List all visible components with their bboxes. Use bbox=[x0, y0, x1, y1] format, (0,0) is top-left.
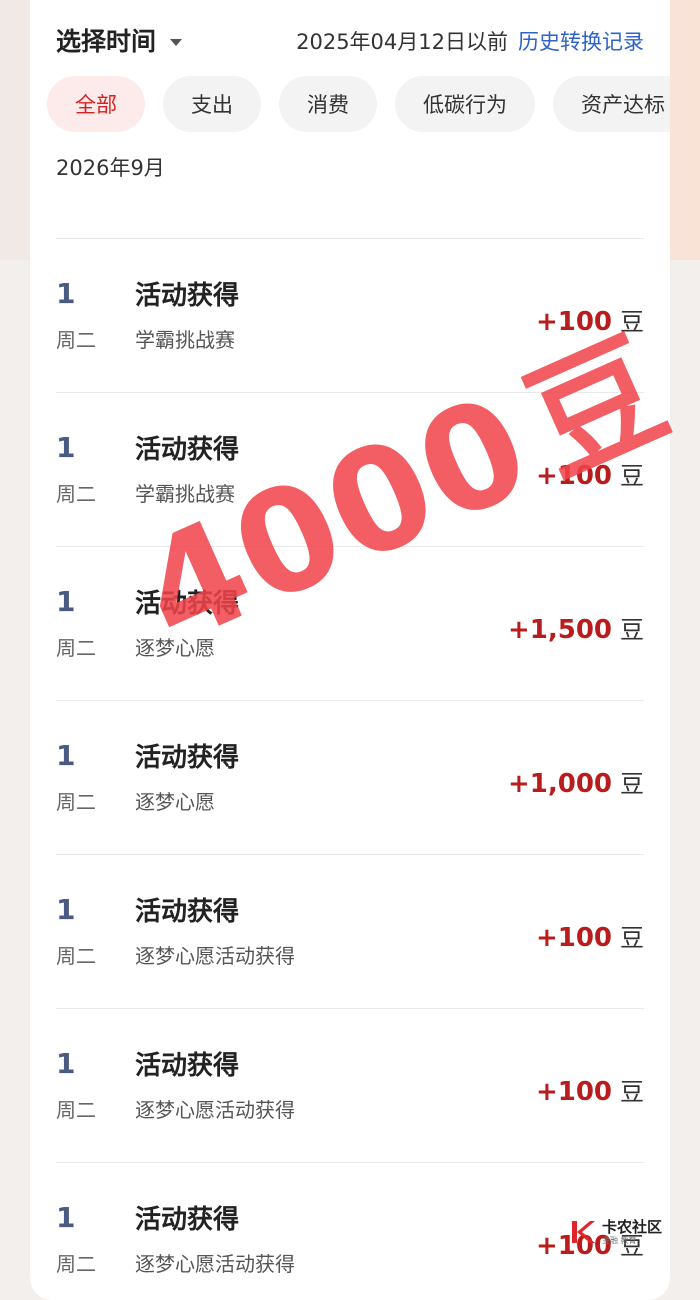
item-amount-value: +100 bbox=[535, 923, 612, 953]
item-day: 1 bbox=[56, 893, 76, 926]
item-day: 1 bbox=[56, 1201, 76, 1234]
item-day: 1 bbox=[56, 431, 76, 464]
item-amount-unit: 豆 bbox=[620, 770, 644, 798]
item-amount: +100 豆 bbox=[536, 918, 644, 953]
item-weekday: 周二 bbox=[56, 1252, 96, 1276]
item-amount: +1,000 豆 bbox=[508, 764, 644, 799]
watermark-sub: 金融 教育 bbox=[601, 1235, 637, 1245]
record-list: 1 周二 活动获得 学霸挑战赛 +100 豆 1 周二 活动获得 学霸挑战赛 +… bbox=[56, 238, 644, 1300]
item-amount-value: +1,500 bbox=[507, 615, 612, 645]
item-title: 活动获得 bbox=[135, 1205, 240, 1235]
item-amount: +1,500 豆 bbox=[508, 610, 644, 645]
item-title: 活动获得 bbox=[135, 743, 240, 773]
list-item[interactable]: 1 周二 活动获得 逐梦心愿 +1,000 豆 bbox=[56, 700, 644, 854]
item-subtitle: 逐梦心愿 bbox=[135, 790, 215, 814]
item-weekday: 周二 bbox=[56, 944, 96, 968]
header-right: 2025年04月12日以前 历史转换记录 bbox=[296, 26, 644, 56]
item-day: 1 bbox=[56, 739, 76, 772]
item-weekday: 周二 bbox=[56, 636, 96, 660]
item-day: 1 bbox=[56, 585, 76, 618]
list-item[interactable]: 1 周二 活动获得 逐梦心愿活动获得 +100 豆 bbox=[56, 1008, 644, 1162]
record-card: 选择时间 2025年04月12日以前 历史转换记录 全部 支出 消费 低碳行为 … bbox=[30, 0, 670, 1300]
tab-low-carbon[interactable]: 低碳行为 bbox=[395, 76, 535, 132]
item-subtitle: 逐梦心愿活动获得 bbox=[135, 944, 295, 968]
list-item[interactable]: 1 周二 活动获得 学霸挑战赛 +100 豆 bbox=[56, 392, 644, 546]
tab-all[interactable]: 全部 bbox=[47, 76, 145, 132]
item-subtitle: 逐梦心愿活动获得 bbox=[135, 1252, 295, 1276]
item-amount: +100 豆 bbox=[536, 456, 644, 491]
item-subtitle: 逐梦心愿活动获得 bbox=[135, 1098, 295, 1122]
item-subtitle: 逐梦心愿 bbox=[135, 636, 215, 660]
item-title: 活动获得 bbox=[135, 281, 240, 311]
item-amount-unit: 豆 bbox=[620, 616, 644, 644]
list-item[interactable]: 1 周二 活动获得 学霸挑战赛 +100 豆 bbox=[56, 238, 644, 392]
brand-logo-icon bbox=[571, 1221, 595, 1243]
item-amount-unit: 豆 bbox=[620, 1078, 644, 1106]
tab-expense[interactable]: 支出 bbox=[163, 76, 261, 132]
list-item[interactable]: 1 周二 活动获得 逐梦心愿活动获得 +100 豆 bbox=[56, 854, 644, 1008]
tab-asset-target[interactable]: 资产达标 bbox=[553, 76, 670, 132]
item-title: 活动获得 bbox=[135, 435, 240, 465]
item-weekday: 周二 bbox=[56, 1098, 96, 1122]
watermark-text: 卡农社区 金融 教育 bbox=[601, 1217, 662, 1245]
time-select-dropdown[interactable]: 选择时间 bbox=[56, 22, 183, 58]
item-amount-value: +100 bbox=[535, 461, 612, 491]
item-amount-value: +1,000 bbox=[507, 769, 612, 799]
filter-tabs: 全部 支出 消费 低碳行为 资产达标 bbox=[47, 76, 670, 132]
item-day: 1 bbox=[56, 1047, 76, 1080]
item-amount: +100 豆 bbox=[536, 1072, 644, 1107]
item-amount-value: +100 bbox=[535, 307, 612, 337]
item-title: 活动获得 bbox=[135, 1051, 240, 1081]
item-amount-unit: 豆 bbox=[620, 924, 644, 952]
item-weekday: 周二 bbox=[56, 482, 96, 506]
watermark-main: 卡农社区 bbox=[601, 1217, 662, 1236]
item-subtitle: 学霸挑战赛 bbox=[135, 328, 235, 352]
item-day: 1 bbox=[56, 277, 76, 310]
item-amount-value: +100 bbox=[535, 1077, 612, 1107]
item-amount: +100 豆 bbox=[536, 302, 644, 337]
list-item[interactable]: 1 周二 活动获得 逐梦心愿 +1,500 豆 bbox=[56, 546, 644, 700]
item-title: 活动获得 bbox=[135, 897, 240, 927]
item-subtitle: 学霸挑战赛 bbox=[135, 482, 235, 506]
list-item[interactable]: 1 周二 活动获得 逐梦心愿活动获得 +100 豆 bbox=[56, 1162, 644, 1300]
time-select-label: 选择时间 bbox=[56, 27, 157, 56]
tab-consumption[interactable]: 消费 bbox=[279, 76, 377, 132]
item-title: 活动获得 bbox=[135, 589, 240, 619]
date-before-text: 2025年04月12日以前 bbox=[296, 30, 508, 54]
caret-down-icon bbox=[170, 38, 183, 46]
history-record-link[interactable]: 历史转换记录 bbox=[518, 26, 644, 56]
item-weekday: 周二 bbox=[56, 790, 96, 814]
header-bar: 选择时间 2025年04月12日以前 历史转换记录 bbox=[30, 0, 670, 78]
item-weekday: 周二 bbox=[56, 328, 96, 352]
month-label: 2026年9月 bbox=[56, 156, 165, 180]
site-watermark: 卡农社区 金融 教育 bbox=[570, 1218, 662, 1246]
item-amount-unit: 豆 bbox=[620, 308, 644, 336]
item-amount-unit: 豆 bbox=[620, 462, 644, 490]
